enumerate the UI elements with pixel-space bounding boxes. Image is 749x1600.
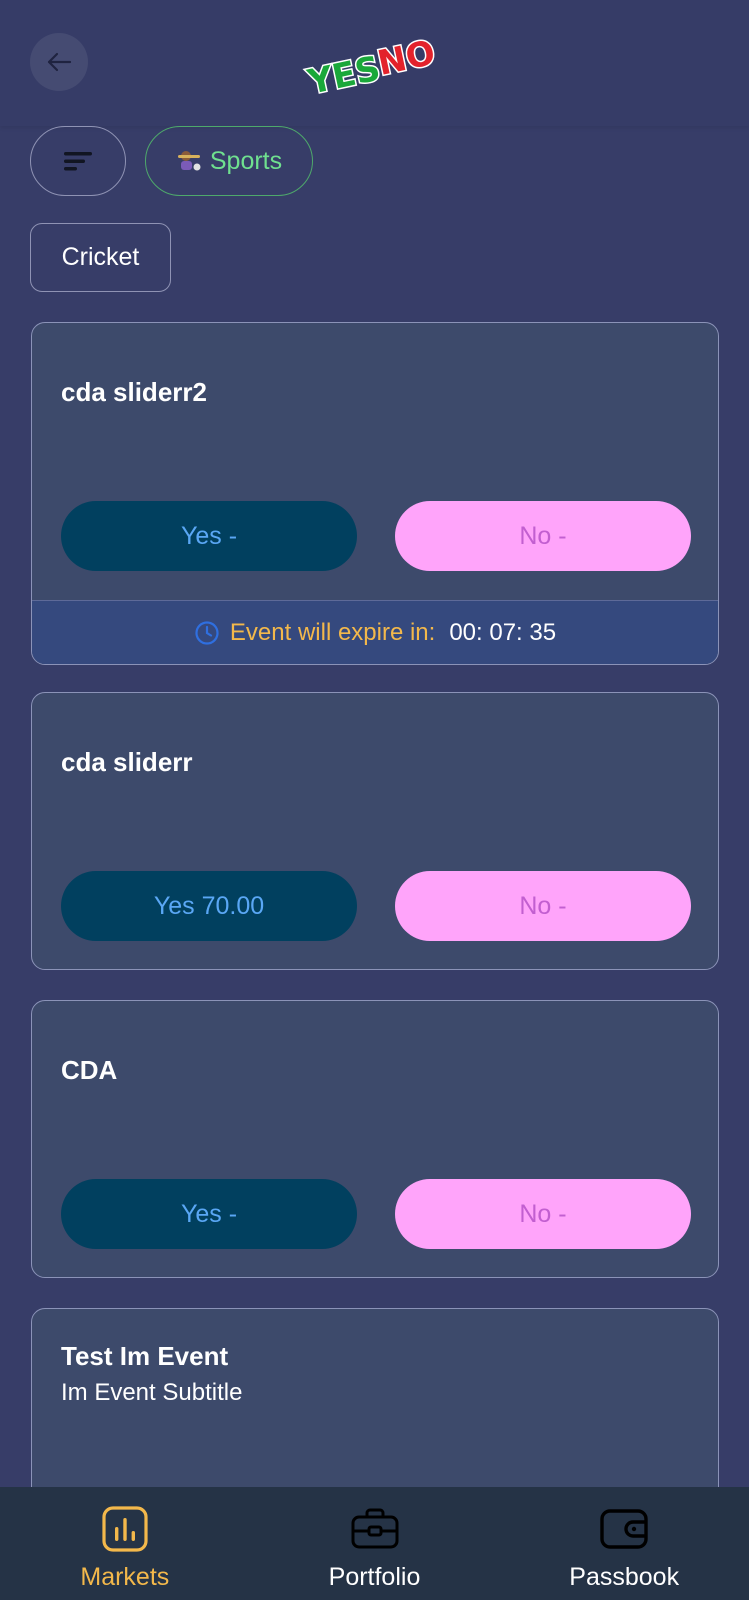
nav-item-passbook[interactable]: Passbook — [499, 1487, 749, 1600]
bottom-nav: Markets Portfolio Passbook — [0, 1487, 749, 1600]
svg-text:NO: NO — [374, 33, 438, 84]
event-card[interactable]: CDA Yes - No - — [31, 1000, 719, 1278]
subcategory-chip-cricket[interactable]: Cricket — [30, 223, 171, 292]
event-title: cda sliderr2 — [61, 377, 207, 407]
subcategory-chip-label: Cricket — [61, 243, 140, 271]
event-card[interactable]: cda sliderr2 Yes - No - Event will expir… — [31, 322, 719, 665]
event-title: Test Im Event — [61, 1341, 229, 1371]
wallet-icon — [600, 1509, 648, 1549]
clock-icon — [195, 620, 219, 645]
event-card[interactable]: cda sliderr Yes 70.00 No - — [31, 692, 719, 970]
nav-item-portfolio[interactable]: Portfolio — [250, 1487, 500, 1600]
back-button[interactable] — [30, 33, 88, 91]
no-button[interactable]: No - — [395, 871, 691, 941]
nav-label: Portfolio — [328, 1563, 421, 1591]
filter-button[interactable] — [30, 126, 126, 196]
yesno-logo: YES NO — [302, 31, 440, 98]
filter-lines-icon — [64, 152, 92, 171]
no-button[interactable]: No - — [395, 1179, 691, 1249]
event-title: CDA — [61, 1055, 118, 1085]
yes-button[interactable]: Yes 70.00 — [61, 871, 357, 941]
sports-emoji-icon — [177, 151, 201, 171]
expiry-label: Event will expire in: — [229, 618, 436, 646]
bar-chart-icon — [102, 1506, 148, 1552]
app-header: YES NO — [0, 0, 749, 126]
event-subtitle: Im Event Subtitle — [61, 1379, 243, 1406]
category-chip-sports[interactable]: Sports — [145, 126, 313, 196]
expiry-banner: Event will expire in: 00: 07: 35 — [32, 600, 718, 664]
yes-button[interactable]: Yes - — [61, 501, 357, 571]
svg-text:YES: YES — [304, 49, 384, 98]
nav-label: Passbook — [569, 1563, 680, 1591]
nav-label: Markets — [80, 1563, 170, 1591]
arrow-left-icon — [47, 52, 72, 72]
nav-item-markets[interactable]: Markets — [0, 1487, 250, 1600]
event-title: cda sliderr — [61, 747, 193, 777]
category-chip-label: Sports — [209, 146, 283, 175]
expiry-countdown: 00: 07: 35 — [449, 618, 557, 646]
briefcase-icon — [351, 1508, 398, 1549]
yes-button[interactable]: Yes - — [61, 1179, 357, 1249]
no-button[interactable]: No - — [395, 501, 691, 571]
